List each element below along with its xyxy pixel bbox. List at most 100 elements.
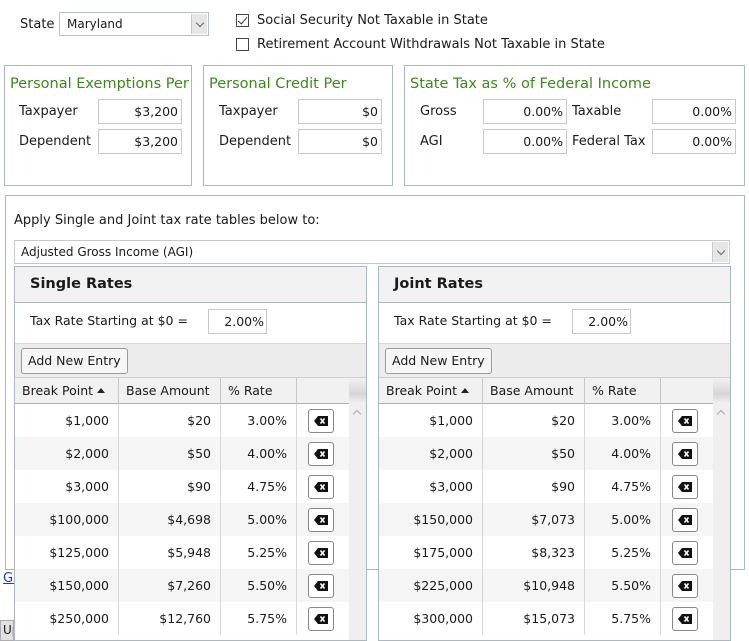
exemption-taxpayer-field[interactable]: $3,200: [98, 99, 182, 124]
table-row[interactable]: $125,000 $5,948 5.25%: [15, 536, 349, 569]
table-row[interactable]: $175,000 $8,323 5.25%: [379, 536, 713, 569]
rate-cell[interactable]: 5.25%: [585, 536, 661, 569]
delete-row-button[interactable]: [308, 541, 334, 565]
break-point-cell[interactable]: $3,000: [379, 470, 483, 503]
table-row[interactable]: $2,000 $50 4.00%: [379, 437, 713, 470]
break-point-cell[interactable]: $3,000: [15, 470, 119, 503]
rate-cell[interactable]: 5.00%: [585, 503, 661, 536]
table-row[interactable]: $150,000 $7,073 5.00%: [379, 503, 713, 536]
delete-row-button[interactable]: [672, 409, 698, 433]
base-amount-cell[interactable]: $7,260: [119, 569, 221, 602]
delete-row-button[interactable]: [672, 541, 698, 565]
sort-ascending-icon: [97, 388, 106, 393]
break-point-cell[interactable]: $2,000: [15, 437, 119, 470]
rate-cell[interactable]: 5.50%: [221, 569, 297, 602]
joint-col-break-point[interactable]: Break Point: [379, 378, 483, 404]
delete-row-button[interactable]: [672, 442, 698, 466]
delete-row-button[interactable]: [672, 607, 698, 631]
partial-button[interactable]: Up: [0, 620, 14, 641]
state-dropdown-button[interactable]: [191, 14, 207, 34]
table-row[interactable]: $250,000 $12,760 5.75%: [15, 602, 349, 635]
delete-row-button[interactable]: [672, 508, 698, 532]
break-point-cell[interactable]: $1,000: [15, 404, 119, 437]
single-scrollbar[interactable]: [349, 404, 366, 640]
break-point-cell[interactable]: $1,000: [379, 404, 483, 437]
base-amount-cell[interactable]: $50: [119, 437, 221, 470]
table-row[interactable]: $1,000 $20 3.00%: [15, 404, 349, 437]
scroll-up-icon[interactable]: [352, 409, 362, 419]
scroll-up-icon[interactable]: [716, 409, 726, 419]
table-row[interactable]: $150,000 $7,260 5.50%: [15, 569, 349, 602]
base-amount-cell[interactable]: $7,073: [483, 503, 585, 536]
base-amount-cell[interactable]: $4,698: [119, 503, 221, 536]
delete-row-button[interactable]: [308, 409, 334, 433]
base-amount-cell[interactable]: $5,948: [119, 536, 221, 569]
joint-start-rate-field[interactable]: 2.00%: [572, 309, 631, 334]
apply-dropdown-button[interactable]: [712, 242, 728, 262]
table-row[interactable]: $300,000 $15,073 5.75%: [379, 602, 713, 635]
base-amount-cell[interactable]: $50: [483, 437, 585, 470]
base-amount-cell[interactable]: $12,760: [119, 602, 221, 635]
credit-taxpayer-field[interactable]: $0: [298, 99, 382, 124]
rate-cell[interactable]: 4.00%: [585, 437, 661, 470]
break-point-cell[interactable]: $250,000: [15, 602, 119, 635]
joint-add-entry-button[interactable]: Add New Entry: [385, 348, 492, 374]
delete-row-button[interactable]: [672, 475, 698, 499]
base-amount-cell[interactable]: $90: [119, 470, 221, 503]
delete-row-button[interactable]: [672, 574, 698, 598]
table-row[interactable]: $225,000 $10,948 5.50%: [379, 569, 713, 602]
break-point-cell[interactable]: $150,000: [15, 569, 119, 602]
credit-dependent-field[interactable]: $0: [298, 129, 382, 154]
gross-field[interactable]: 0.00%: [483, 99, 567, 124]
rate-cell[interactable]: 4.00%: [221, 437, 297, 470]
single-add-entry-button[interactable]: Add New Entry: [21, 348, 128, 374]
single-col-break-point[interactable]: Break Point: [15, 378, 119, 404]
retirement-checkbox[interactable]: [236, 38, 249, 51]
base-amount-cell[interactable]: $20: [119, 404, 221, 437]
base-amount-cell[interactable]: $20: [483, 404, 585, 437]
taxable-field[interactable]: 0.00%: [652, 99, 736, 124]
table-row[interactable]: $3,000 $90 4.75%: [15, 470, 349, 503]
rate-cell[interactable]: 5.25%: [221, 536, 297, 569]
single-col-rate[interactable]: % Rate: [221, 378, 297, 404]
rate-cell[interactable]: 3.00%: [585, 404, 661, 437]
delete-row-button[interactable]: [308, 607, 334, 631]
base-amount-cell[interactable]: $8,323: [483, 536, 585, 569]
break-point-cell[interactable]: $125,000: [15, 536, 119, 569]
rate-cell[interactable]: 4.75%: [221, 470, 297, 503]
delete-row-button[interactable]: [308, 508, 334, 532]
exemption-dependent-field[interactable]: $3,200: [98, 129, 182, 154]
delete-row-button[interactable]: [308, 574, 334, 598]
rate-cell[interactable]: 5.75%: [221, 602, 297, 635]
base-amount-cell[interactable]: $90: [483, 470, 585, 503]
table-row[interactable]: $2,000 $50 4.00%: [15, 437, 349, 470]
break-point-cell[interactable]: $225,000: [379, 569, 483, 602]
table-row[interactable]: $100,000 $4,698 5.00%: [15, 503, 349, 536]
agi-field[interactable]: 0.00%: [483, 129, 567, 154]
rate-cell[interactable]: 3.00%: [221, 404, 297, 437]
delete-row-button[interactable]: [308, 442, 334, 466]
break-point-cell[interactable]: $150,000: [379, 503, 483, 536]
table-row[interactable]: $1,000 $20 3.00%: [379, 404, 713, 437]
base-amount-cell[interactable]: $10,948: [483, 569, 585, 602]
joint-col-rate[interactable]: % Rate: [585, 378, 661, 404]
single-col-base-amount[interactable]: Base Amount: [119, 378, 221, 404]
break-point-cell[interactable]: $2,000: [379, 437, 483, 470]
joint-scrollbar[interactable]: [713, 404, 730, 640]
base-amount-cell[interactable]: $15,073: [483, 602, 585, 635]
federal-tax-field[interactable]: 0.00%: [652, 129, 736, 154]
break-point-cell[interactable]: $100,000: [15, 503, 119, 536]
rate-cell[interactable]: 5.00%: [221, 503, 297, 536]
single-start-rate-field[interactable]: 2.00%: [208, 309, 267, 334]
joint-col-base-amount[interactable]: Base Amount: [483, 378, 585, 404]
social-security-checkbox[interactable]: [236, 14, 249, 27]
rate-cell[interactable]: 5.50%: [585, 569, 661, 602]
break-point-cell[interactable]: $300,000: [379, 602, 483, 635]
apply-to-select[interactable]: Adjusted Gross Income (AGI): [14, 240, 730, 264]
rate-cell[interactable]: 4.75%: [585, 470, 661, 503]
state-select[interactable]: Maryland: [59, 12, 209, 36]
table-row[interactable]: $3,000 $90 4.75%: [379, 470, 713, 503]
rate-cell[interactable]: 5.75%: [585, 602, 661, 635]
delete-row-button[interactable]: [308, 475, 334, 499]
break-point-cell[interactable]: $175,000: [379, 536, 483, 569]
